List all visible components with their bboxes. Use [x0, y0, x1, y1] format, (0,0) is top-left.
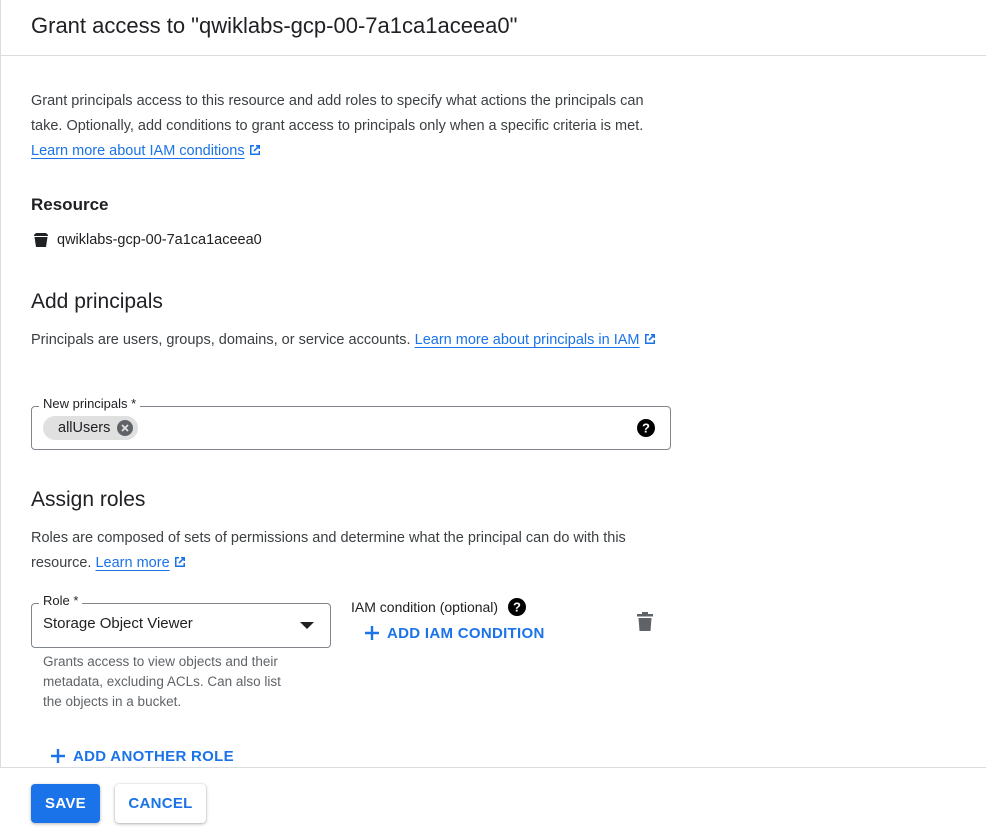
svg-text:?: ?	[642, 421, 650, 436]
iam-conditions-link[interactable]: Learn more about IAM conditions	[31, 143, 262, 159]
principals-description-text: Principals are users, groups, domains, o…	[31, 332, 411, 348]
assign-roles-heading: Assign roles	[31, 488, 146, 511]
add-iam-condition-button[interactable]: ADD IAM CONDITION	[363, 624, 545, 642]
role-hint: Grants access to view objects and their …	[43, 654, 281, 709]
roles-description: Roles are composed of sets of permission…	[31, 526, 671, 576]
iam-condition-label: IAM condition (optional) ?	[351, 597, 527, 617]
bucket-icon	[34, 233, 48, 247]
add-principals-heading: Add principals	[31, 290, 163, 313]
principal-chip: allUsers	[43, 416, 139, 440]
roles-learn-more-link[interactable]: Learn more	[95, 555, 186, 571]
role-label: Role *	[39, 593, 83, 608]
intro-text: Grant principals access to this resource…	[31, 89, 671, 164]
plus-icon	[365, 626, 379, 640]
external-link-icon	[249, 145, 260, 155]
new-principals-label: New principals *	[39, 396, 141, 411]
add-iam-condition-label: ADD IAM CONDITION	[387, 624, 545, 642]
principal-chip-label: allUsers	[58, 420, 111, 436]
principals-description: Principals are users, groups, domains, o…	[31, 328, 671, 353]
save-button[interactable]: SAVE	[31, 784, 100, 823]
remove-chip-icon[interactable]	[116, 419, 134, 437]
plus-icon	[51, 749, 65, 763]
iam-conditions-link-label: Learn more about IAM conditions	[31, 143, 245, 159]
resource-label: Resource	[31, 195, 109, 214]
add-another-role-label: ADD ANOTHER ROLE	[73, 747, 234, 765]
role-select[interactable]: Role * Storage Object Viewer	[31, 593, 331, 648]
roles-learn-more-label: Learn more	[95, 555, 170, 571]
resource-row: qwiklabs-gcp-00-7a1ca1aceea0	[31, 229, 262, 251]
svg-text:?: ?	[513, 600, 521, 615]
help-icon[interactable]: ?	[507, 597, 527, 617]
iam-condition-label-text: IAM condition (optional)	[351, 599, 499, 615]
panel-left-border	[0, 0, 1, 832]
role-value: Storage Object Viewer	[43, 615, 193, 632]
delete-icon[interactable]	[636, 611, 654, 633]
panel-header: Grant access to "qwiklabs-gcp-00-7a1ca1a…	[0, 0, 986, 56]
intro-description: Grant principals access to this resource…	[31, 93, 644, 134]
new-principals-field[interactable]: New principals * allUsers ?	[31, 396, 671, 450]
dropdown-arrow-icon	[300, 622, 314, 629]
cancel-button[interactable]: CANCEL	[115, 784, 206, 823]
page-title: Grant access to "qwiklabs-gcp-00-7a1ca1a…	[31, 13, 518, 38]
resource-name: qwiklabs-gcp-00-7a1ca1aceea0	[57, 232, 262, 248]
external-link-icon	[174, 557, 185, 567]
external-link-icon	[644, 334, 655, 344]
add-another-role-button[interactable]: ADD ANOTHER ROLE	[49, 747, 234, 765]
footer-actions: SAVE CANCEL	[0, 767, 986, 832]
principals-iam-link-label: Learn more about principals in IAM	[414, 332, 640, 348]
principals-iam-link[interactable]: Learn more about principals in IAM	[415, 332, 657, 348]
help-icon[interactable]: ?	[636, 418, 656, 438]
